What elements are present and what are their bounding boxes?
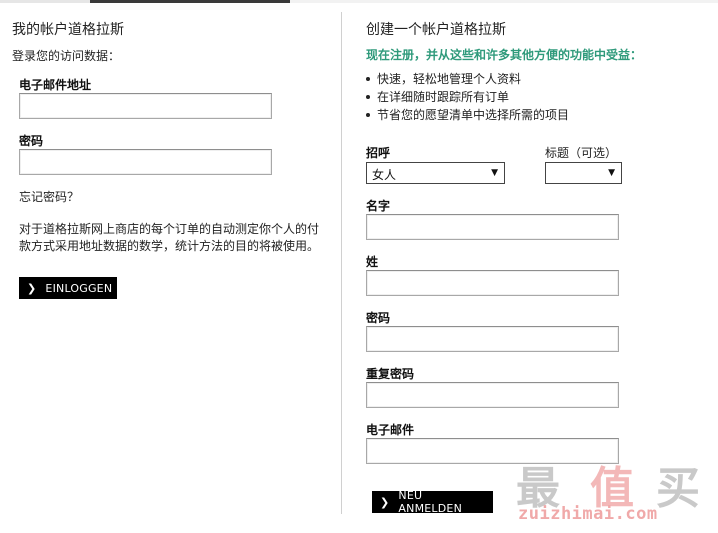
- watermark-char: 买: [656, 463, 700, 514]
- salutation-label: 招呼: [366, 146, 391, 160]
- watermark-url: zuizhimai.com: [518, 504, 658, 524]
- chevron-right-icon: ❯: [380, 495, 390, 509]
- payment-notice: 对于道格拉斯网上商店的每个订单的自动测定你个人的付款方式采用地址数据的数学，统计…: [19, 222, 320, 253]
- firstname-label: 名字: [366, 199, 391, 213]
- top-banner-strip: [0, 0, 718, 3]
- benefit-list: 快速，轻松地管理个人资料 在详细随时跟踪所有订单 节省您的愿望清单中选择所需的项…: [366, 70, 569, 124]
- login-subtitle: 登录您的访问数据：: [12, 49, 121, 63]
- title-optional-label: 标题（可选）: [545, 146, 618, 160]
- site-watermark: 最 值 买 zuizhimai.com: [514, 452, 714, 528]
- register-promo: 现在注册，并从这些和许多其他方便的功能中受益：: [366, 48, 643, 62]
- login-password-input[interactable]: [19, 149, 272, 175]
- banner-segment: [0, 0, 90, 3]
- register-password-label: 密码: [366, 311, 391, 325]
- login-email-input[interactable]: [19, 93, 272, 119]
- firstname-input[interactable]: [366, 214, 619, 240]
- register-password-input[interactable]: [366, 326, 619, 352]
- benefit-item: 在详细随时跟踪所有订单: [366, 88, 569, 106]
- benefit-item: 节省您的愿望清单中选择所需的项目: [366, 106, 569, 124]
- register-button-label: NEU ANMELDEN: [398, 489, 462, 515]
- repeat-password-input[interactable]: [366, 382, 619, 408]
- register-title: 创建一个帐户道格拉斯: [366, 22, 506, 38]
- login-button[interactable]: ❯ EINLOGGEN: [19, 277, 117, 299]
- caret-down-icon: ▼: [608, 168, 615, 178]
- benefit-item: 快速，轻松地管理个人资料: [366, 70, 569, 88]
- forgot-password-link[interactable]: 忘记密码？: [19, 188, 79, 205]
- caret-down-icon: ▼: [491, 168, 498, 178]
- login-title: 我的帐户道格拉斯: [12, 22, 124, 38]
- lastname-input[interactable]: [366, 270, 619, 296]
- lastname-label: 姓: [366, 255, 379, 269]
- login-button-label: EINLOGGEN: [45, 281, 113, 295]
- register-email-label: 电子邮件: [366, 423, 415, 437]
- salutation-select[interactable]: 女人 ▼: [366, 162, 505, 184]
- chevron-right-icon: ❯: [27, 281, 37, 295]
- banner-segment: [290, 0, 718, 3]
- banner-segment: [90, 0, 290, 3]
- title-select[interactable]: ▼: [545, 162, 622, 184]
- repeat-password-label: 重复密码: [366, 367, 415, 381]
- email-label: 电子邮件地址: [19, 78, 92, 92]
- column-divider: [341, 12, 342, 514]
- register-button[interactable]: ❯ NEU ANMELDEN: [372, 489, 493, 515]
- password-label: 密码: [19, 134, 44, 148]
- salutation-value: 女人: [372, 168, 397, 182]
